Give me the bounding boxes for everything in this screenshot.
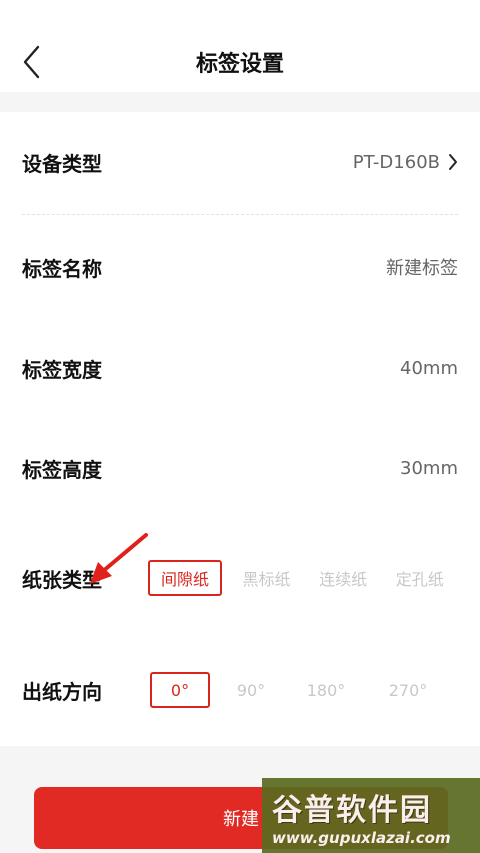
row-divider: [22, 214, 458, 215]
paper-type-row: 纸张类型 间隙纸 黑标纸 连续纸 定孔纸: [0, 522, 480, 634]
label-name-label: 标签名称: [22, 256, 102, 281]
chevron-right-icon: [448, 153, 458, 171]
header-bar: 标签设置: [0, 0, 480, 92]
device-type-label: 设备类型: [22, 151, 102, 176]
print-options-card: 纸张类型 间隙纸 黑标纸 连续纸 定孔纸 出纸方向 0° 90° 180° 27…: [0, 522, 480, 746]
paper-type-option-black-mark[interactable]: 黑标纸: [228, 560, 305, 596]
watermark: 谷普软件园 www.gupuxlazai.com: [262, 778, 480, 853]
direction-option-90[interactable]: 90°: [216, 672, 286, 708]
settings-card: 设备类型 PT-D160B 标签名称 新建标签 标签宽度 40mm 标签高度 3…: [0, 112, 480, 522]
direction-option-270[interactable]: 270°: [366, 672, 450, 708]
device-type-value-group: PT-D160B: [353, 152, 458, 173]
direction-option-0[interactable]: 0°: [150, 672, 210, 708]
device-type-value: PT-D160B: [352, 151, 440, 173]
label-width-value[interactable]: 40mm: [400, 358, 458, 379]
print-direction-row: 出纸方向 0° 90° 180° 270°: [0, 634, 480, 746]
label-height-row[interactable]: 标签高度 30mm: [0, 418, 480, 518]
paper-type-option-gap[interactable]: 间隙纸: [147, 560, 223, 596]
arrow-annotation-icon: [90, 533, 148, 584]
label-height-label: 标签高度: [22, 457, 102, 482]
paper-type-option-continuous[interactable]: 连续纸: [305, 560, 382, 596]
watermark-url: www.gupuxlazai.com: [272, 828, 451, 847]
watermark-title: 谷普软件园: [272, 792, 432, 828]
print-direction-label: 出纸方向: [22, 679, 102, 704]
label-name-row[interactable]: 标签名称 新建标签: [0, 217, 480, 317]
label-width-label: 标签宽度: [22, 357, 102, 382]
label-height-value[interactable]: 30mm: [400, 458, 458, 479]
label-name-value[interactable]: 新建标签: [386, 254, 458, 280]
direction-option-180[interactable]: 180°: [286, 672, 366, 708]
page-title: 标签设置: [195, 52, 284, 77]
paper-type-option-fixed-hole[interactable]: 定孔纸: [381, 560, 458, 596]
label-width-row[interactable]: 标签宽度 40mm: [0, 318, 480, 418]
device-type-row[interactable]: 设备类型 PT-D160B: [0, 112, 480, 212]
